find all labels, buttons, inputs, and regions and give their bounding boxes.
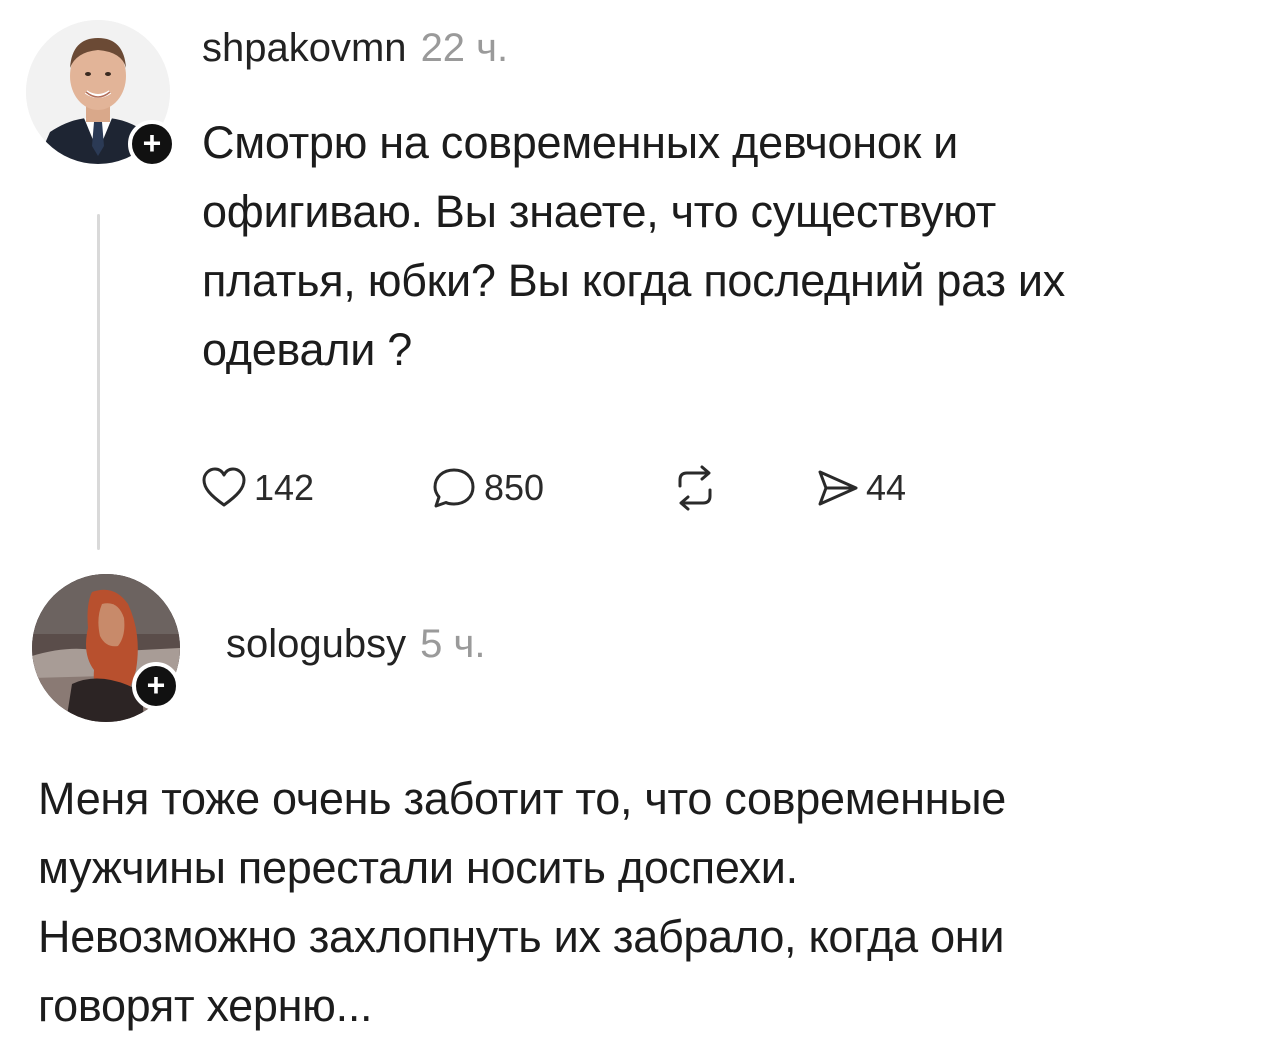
like-button[interactable]: 142 xyxy=(200,460,314,516)
share-count: 44 xyxy=(866,467,907,508)
avatar-sologubsy[interactable]: + xyxy=(32,574,180,722)
post-text-line: говорят херню... xyxy=(38,980,373,1031)
follow-plus-badge[interactable]: + xyxy=(128,120,176,168)
post-body: Смотрю на современных девчонок и офигива… xyxy=(202,108,1065,384)
send-icon xyxy=(818,470,858,506)
post-text-line: Смотрю на современных девчонок и xyxy=(202,117,958,168)
post-text-line: мужчины перестали носить доспехи. xyxy=(38,842,798,893)
comment-count: 850 xyxy=(484,467,545,508)
post-text-line: Невозможно захлопнуть их забрало, когда … xyxy=(38,911,1005,962)
post-time: 22 ч. xyxy=(420,26,509,70)
follow-plus-badge[interactable]: + xyxy=(132,662,180,710)
avatar-shpakovmn[interactable]: + xyxy=(26,20,176,168)
post-text-line: одевали ? xyxy=(202,324,412,375)
username-shpakovmn[interactable]: shpakovmn xyxy=(202,26,407,70)
username-sologubsy[interactable]: sologubsy xyxy=(226,622,406,666)
post-text-line: Меня тоже очень заботит то, что современ… xyxy=(38,773,1006,824)
share-button[interactable]: 44 xyxy=(814,460,906,516)
repost-button[interactable] xyxy=(670,460,720,516)
comment-bubble-icon xyxy=(433,468,475,508)
post-text-line: платья, юбки? Вы когда последний раз их xyxy=(202,255,1065,306)
heart-icon xyxy=(202,467,246,507)
post-body: Меня тоже очень заботит то, что современ… xyxy=(38,764,1006,1040)
repost-icon xyxy=(678,465,712,511)
thread-line xyxy=(97,214,100,550)
comment-button[interactable]: 850 xyxy=(430,460,544,516)
like-count: 142 xyxy=(254,467,315,508)
post-time: 5 ч. xyxy=(420,622,486,666)
post-header: sologubsy 5 ч. xyxy=(226,622,485,667)
post-text-line: офигиваю. Вы знаете, что существуют xyxy=(202,186,996,237)
post-header: shpakovmn 22 ч. xyxy=(202,26,508,71)
